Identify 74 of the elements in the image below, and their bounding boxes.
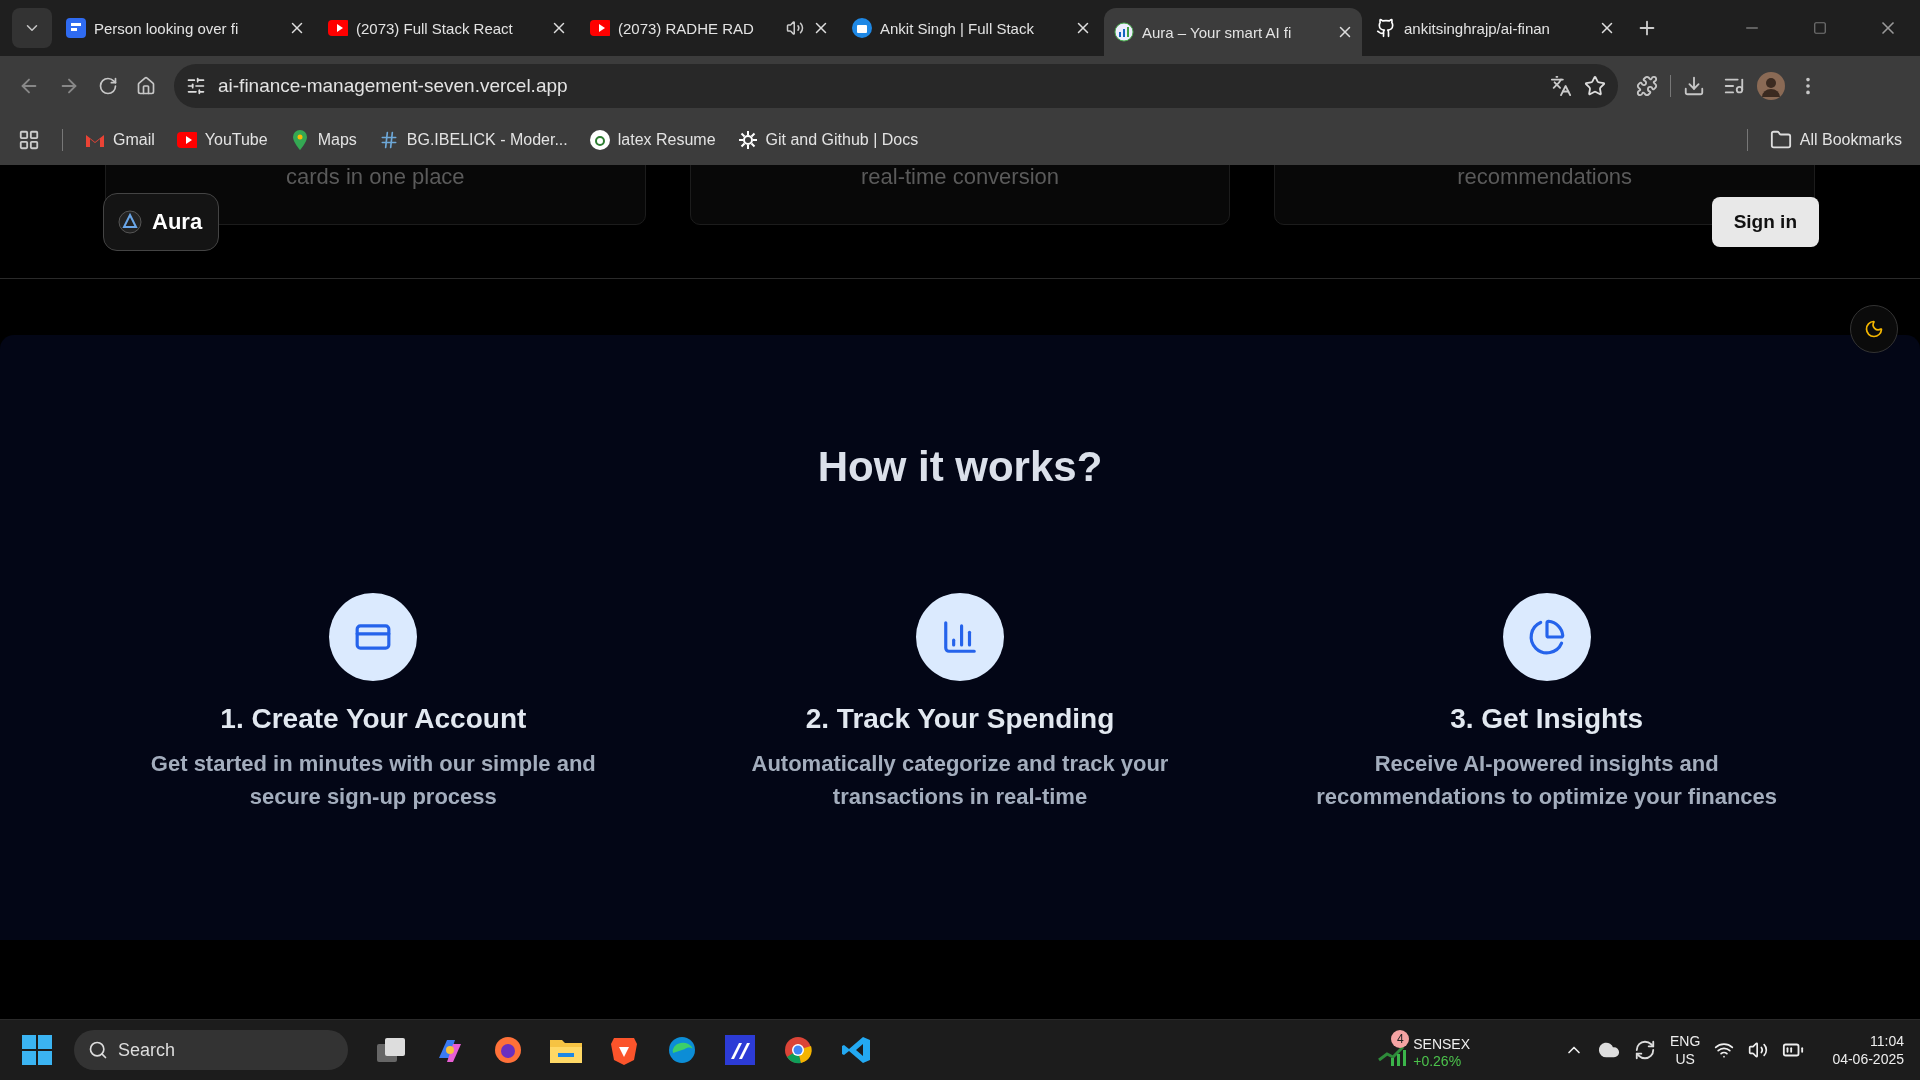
brand-logo[interactable]: Aura	[103, 192, 220, 251]
restore-icon[interactable]	[1813, 21, 1827, 35]
home-icon[interactable]	[136, 75, 156, 96]
bar-chart-icon	[941, 618, 979, 656]
browser-tab[interactable]: (2073) RADHE RAD	[580, 8, 838, 48]
star-icon[interactable]	[1584, 74, 1606, 97]
download-icon[interactable]	[1683, 74, 1705, 97]
clock-date[interactable]: 04-06-2025	[1832, 1050, 1904, 1068]
folder-icon[interactable]	[1769, 129, 1792, 151]
translate-icon[interactable]	[1550, 74, 1572, 97]
document-icon	[66, 18, 86, 38]
windows-start-icon[interactable]	[22, 1035, 52, 1065]
bookmark-link[interactable]: latex Resume	[589, 130, 716, 150]
profile-avatar[interactable]	[1757, 71, 1785, 100]
pie-chart-icon	[1527, 618, 1566, 656]
card-text: cards in one place	[286, 165, 465, 190]
step-description: Automatically categorize and track your transactions in real-time	[750, 750, 1170, 811]
folder-icon[interactable]	[550, 1037, 582, 1063]
browser-tab[interactable]: Person looking over fi	[56, 8, 314, 48]
cat-icon	[1376, 18, 1396, 38]
ticker-name: SENSEX	[1413, 1036, 1471, 1053]
bookmark-link[interactable]: Maps	[289, 130, 357, 150]
map-pin-icon	[291, 130, 308, 150]
step-description: Receive AI-powered insights and recommendations to optimize your finances	[1315, 750, 1779, 811]
section-title: How it works?	[817, 443, 1103, 491]
step-title: 1. Create Your Account	[220, 703, 527, 735]
chart-icon	[1114, 22, 1134, 42]
taskbar-search-field[interactable]: Search	[74, 1030, 348, 1070]
puzzle-icon[interactable]	[1636, 74, 1658, 97]
play-icon	[176, 132, 197, 148]
gear-icon	[737, 130, 758, 150]
mail-icon	[85, 132, 105, 148]
m-app-icon[interactable]	[725, 1035, 755, 1065]
volume-icon[interactable]	[1748, 1040, 1769, 1060]
card-text: recommendations	[1457, 165, 1633, 190]
triangle-logo-icon	[118, 209, 142, 234]
language-label[interactable]: ENG	[1670, 1032, 1701, 1050]
stock-widget[interactable]: 4 SENSEX +0.26%	[1377, 1030, 1471, 1070]
browser-tab[interactable]: Ankit Singh | Full Stack	[842, 8, 1100, 48]
task-view-icon[interactable]	[377, 1036, 407, 1064]
step-description: Get started in minutes with our simple and secure sign-up process	[149, 750, 597, 811]
play-icon	[590, 20, 610, 36]
sign-in-button[interactable]: Sign in	[1711, 196, 1819, 247]
speaker-icon[interactable]	[786, 19, 804, 37]
bookmark-link[interactable]: BG.IBELICK - Moder...	[378, 130, 568, 150]
card-text: real-time conversion	[860, 165, 1060, 190]
search-icon[interactable]	[88, 1040, 108, 1060]
apps-grid-icon[interactable]	[18, 129, 40, 151]
browser-tab[interactable]: (2073) Full Stack React	[318, 8, 576, 48]
moon-icon[interactable]	[1864, 319, 1884, 339]
all-bookmarks-link[interactable]: All Bookmarks	[1769, 129, 1902, 151]
site-info-icon[interactable]	[186, 75, 206, 96]
bookmark-link[interactable]: Git and Github | Docs	[737, 130, 919, 150]
sync-icon[interactable]	[1634, 1039, 1657, 1061]
firefox-icon[interactable]	[493, 1035, 523, 1065]
clock-time[interactable]: 11:04	[1870, 1032, 1904, 1050]
brand-name: Aura	[152, 208, 203, 235]
wifi-icon[interactable]	[1714, 1040, 1735, 1060]
ticker-change: +0.26%	[1413, 1053, 1463, 1070]
step-title: 2. Track Your Spending	[805, 703, 1115, 735]
code-editor-icon[interactable]	[841, 1035, 871, 1065]
notification-badge: 4	[1391, 1030, 1410, 1048]
bookmark-link[interactable]: Gmail	[85, 130, 155, 150]
reload-icon[interactable]	[98, 75, 118, 96]
play-icon	[328, 20, 348, 36]
address-bar[interactable]: ai-finance-management-seven.vercel.app	[174, 63, 1618, 108]
theme-toggle-button[interactable]	[1850, 305, 1898, 353]
browser-tab[interactable]: Aura – Your smart AI fi	[1104, 8, 1362, 56]
edge-icon[interactable]	[667, 1035, 697, 1065]
step-title: 3. Get Insights	[1450, 703, 1644, 735]
chrome-icon[interactable]	[783, 1035, 813, 1065]
bookmark-link[interactable]: YouTube	[176, 130, 268, 150]
region-label[interactable]: US	[1670, 1050, 1701, 1068]
browser-tab[interactable]: ankitsinghrajp/ai-finan	[1366, 8, 1624, 48]
